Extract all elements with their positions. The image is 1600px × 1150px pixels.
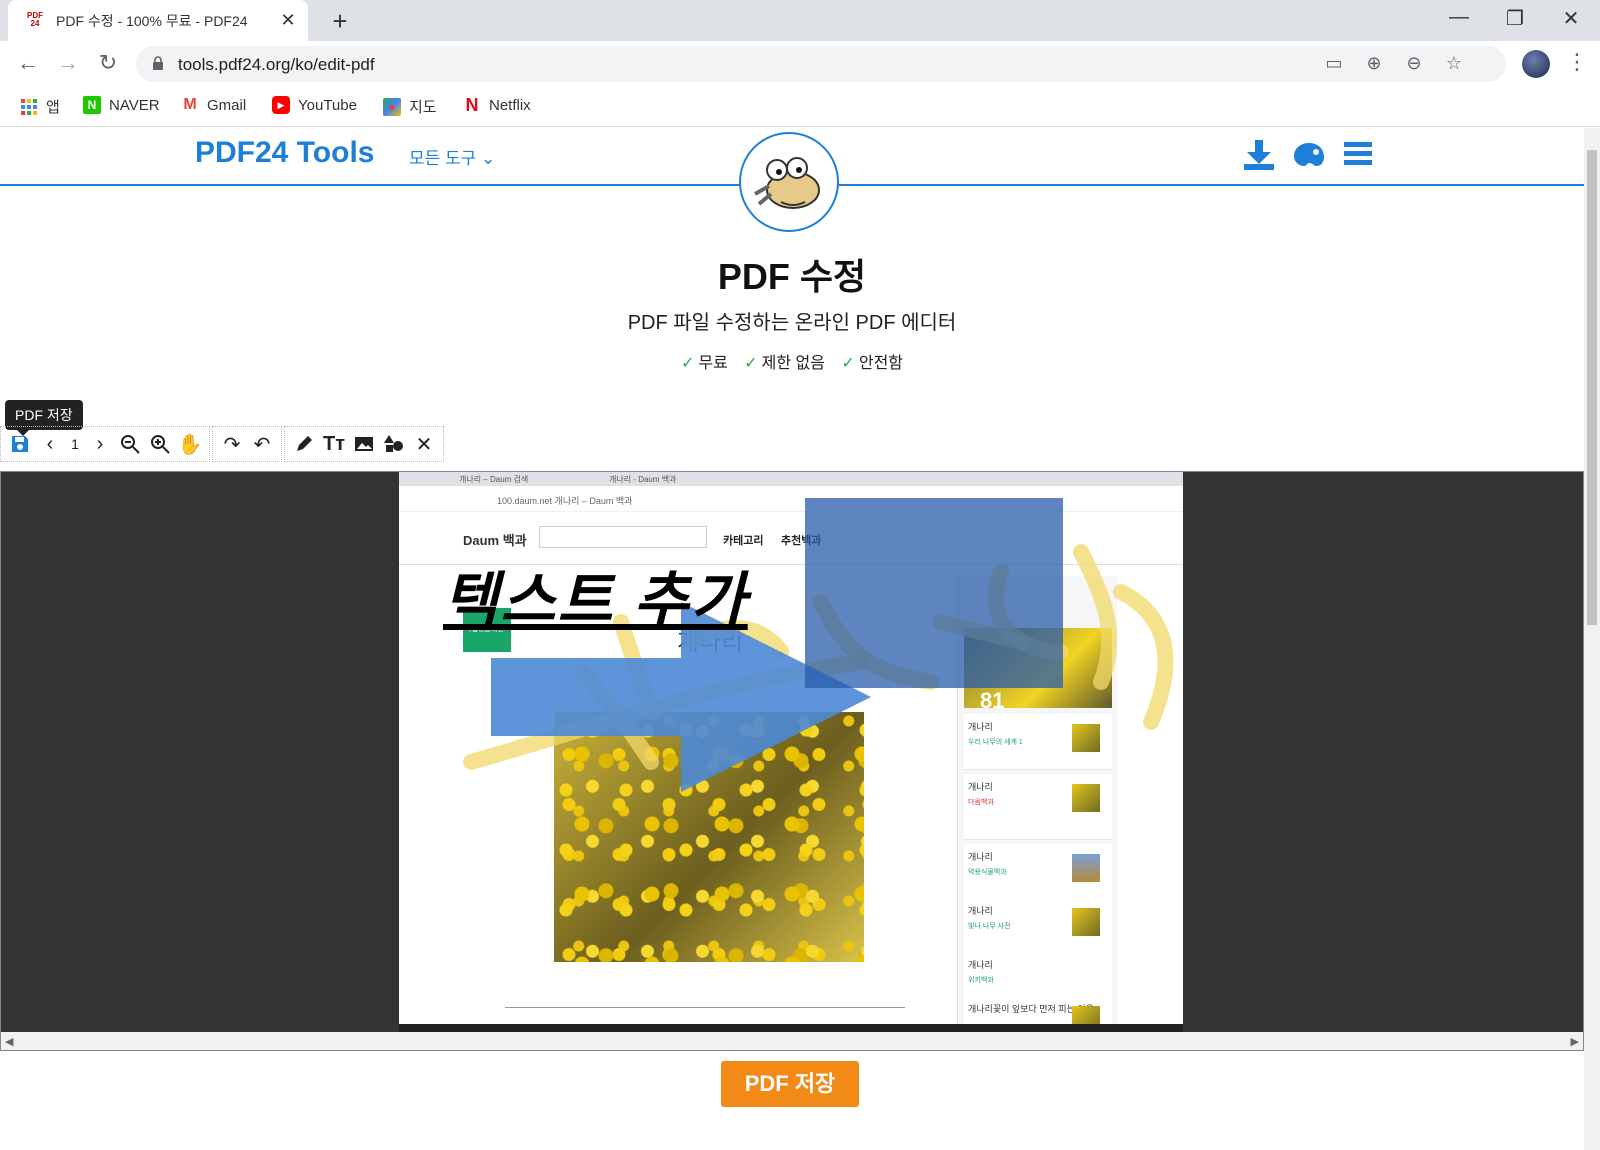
- zoom-in-icon[interactable]: [145, 429, 175, 459]
- bookmark-star-icon[interactable]: ☆: [1442, 53, 1466, 74]
- undo-icon[interactable]: ↶: [247, 429, 277, 459]
- reload-icon[interactable]: ↻: [94, 50, 122, 76]
- apps-grid-icon: [20, 98, 38, 116]
- install-icon[interactable]: ⊕: [1362, 53, 1386, 74]
- bookmark-gmail[interactable]: M Gmail: [181, 96, 246, 114]
- url-text: tools.pdf24.org/ko/edit-pdf: [178, 55, 375, 74]
- tab-close-icon[interactable]: ✕: [278, 10, 298, 31]
- browser-menu-icon[interactable]: ⋮: [1566, 49, 1588, 75]
- feature-item: ✓ 무료: [680, 355, 728, 372]
- palette-icon[interactable]: [1292, 138, 1326, 172]
- bookmark-apps[interactable]: 앱: [20, 96, 60, 117]
- browser-toolbar: ← → ↻ tools.pdf24.org/ko/edit-pdf ▭ ⊕ ⊖ …: [0, 41, 1600, 87]
- save-pdf-button[interactable]: PDF 저장: [721, 1061, 859, 1107]
- page-subtitle: PDF 파일 수정하는 온라인 PDF 에디터: [627, 312, 957, 334]
- tab-title: PDF 수정 - 100% 무료 - PDF24: [56, 12, 248, 29]
- check-icon: ✓: [841, 355, 855, 372]
- cast-icon[interactable]: ▭: [1322, 53, 1346, 74]
- doc-address-bar: 100.daum.net 개나리 – Daum 백과: [399, 486, 1183, 512]
- text-annotation[interactable]: 텍스트 추가: [443, 552, 748, 639]
- window-close-icon[interactable]: ✕: [1556, 6, 1586, 31]
- pencil-icon[interactable]: [289, 429, 319, 459]
- close-tool-icon[interactable]: ✕: [409, 429, 439, 459]
- check-icon: ✓: [744, 355, 758, 372]
- pdf24-favicon-icon: PDF 24: [27, 10, 43, 28]
- browser-tab[interactable]: PDF 24 PDF 수정 - 100% 무료 - PDF24 ✕: [8, 0, 308, 41]
- prev-page-icon[interactable]: ‹: [35, 429, 65, 459]
- lock-icon: [153, 56, 163, 70]
- scroll-left-icon[interactable]: ◀: [5, 1035, 13, 1048]
- scroll-right-icon[interactable]: ▶: [1571, 1035, 1579, 1048]
- menu-hamburger-icon[interactable]: [1342, 138, 1374, 170]
- list-item: 개나리 약용식물백과: [964, 844, 1112, 900]
- toolbar-group-tools: Tт ✕: [284, 426, 444, 462]
- all-tools-dropdown[interactable]: 모든 도구 ⌄: [409, 144, 495, 169]
- image-tool-icon[interactable]: [349, 429, 379, 459]
- feature-item: ✓ 제한 없음: [744, 355, 825, 372]
- scrollbar-thumb[interactable]: [1587, 150, 1597, 625]
- gmail-icon: M: [183, 96, 197, 113]
- maximize-icon[interactable]: ❐: [1500, 6, 1530, 31]
- check-icon: ✓: [680, 355, 695, 372]
- save-pdf-icon[interactable]: [5, 429, 35, 459]
- feature-list: ✓ 무료 ✓ 제한 없음 ✓ 안전함: [0, 349, 1584, 373]
- youtube-icon: ▶: [272, 96, 290, 114]
- forward-icon[interactable]: →: [54, 50, 82, 76]
- zoom-icon[interactable]: ⊖: [1402, 53, 1426, 74]
- feature-item: ✓ 안전함: [841, 355, 904, 372]
- text-tool-icon[interactable]: Tт: [319, 429, 349, 459]
- doc-taskbar: [399, 1024, 1183, 1032]
- pdf-viewer[interactable]: 개나리 – Daum 검색 개나리 - Daum 백과 100.daum.net…: [0, 471, 1584, 1051]
- browser-tabstrip: PDF 24 PDF 수정 - 100% 무료 - PDF24 ✕ + — ❐ …: [0, 0, 1600, 41]
- toolbar-group-navigation: ‹ 1 › ✋: [0, 426, 210, 462]
- toolbar-group-history: ↷ ↶: [212, 426, 282, 462]
- list-item: 개나리 다음백과: [964, 774, 1112, 840]
- back-icon[interactable]: ←: [14, 50, 42, 76]
- bookmark-maps[interactable]: ● 지도: [383, 96, 437, 117]
- pdf24-mascot-logo[interactable]: [739, 132, 839, 232]
- page-vertical-scrollbar[interactable]: [1584, 128, 1600, 1150]
- bookmarks-bar: 앱 N NAVER M Gmail ▶ YouTube ● 지도 N Netfl…: [0, 87, 1600, 127]
- redo-icon[interactable]: ↷: [217, 429, 247, 459]
- maps-icon: ●: [383, 97, 401, 116]
- next-page-icon[interactable]: ›: [85, 429, 115, 459]
- download-icon[interactable]: [1242, 138, 1276, 172]
- rectangle-shape-annotation[interactable]: [805, 498, 1063, 688]
- netflix-icon: N: [465, 94, 479, 115]
- hand-pan-icon[interactable]: ✋: [175, 429, 205, 459]
- mascot-icon: [754, 157, 820, 209]
- minimize-icon[interactable]: —: [1444, 6, 1474, 29]
- bookmark-netflix[interactable]: N Netflix: [463, 94, 531, 115]
- zoom-out-icon[interactable]: [115, 429, 145, 459]
- viewer-horizontal-scrollbar[interactable]: ◀ ▶: [1, 1032, 1583, 1050]
- new-tab-button[interactable]: +: [326, 6, 354, 37]
- doc-footer-line: [505, 1007, 905, 1008]
- shapes-tool-icon[interactable]: [379, 429, 409, 459]
- doc-browser-tabs: 개나리 – Daum 검색 개나리 - Daum 백과: [399, 472, 1183, 486]
- editor-toolbar: ‹ 1 › ✋ ↷ ↶ Tт ✕: [0, 426, 446, 462]
- list-item: 개나리 빛나 나무 사전: [964, 898, 1112, 954]
- page-title: PDF 수정: [717, 256, 867, 297]
- address-bar[interactable]: tools.pdf24.org/ko/edit-pdf ▭ ⊕ ⊖ ☆: [136, 46, 1506, 82]
- bookmark-naver[interactable]: N NAVER: [83, 96, 160, 114]
- page-number[interactable]: 1: [65, 436, 85, 452]
- profile-avatar[interactable]: [1522, 50, 1550, 78]
- naver-icon: N: [83, 96, 101, 114]
- site-logo[interactable]: PDF24 Tools: [195, 136, 374, 170]
- bookmark-youtube[interactable]: ▶ YouTube: [272, 96, 357, 114]
- web-page: PDF24 Tools 모든 도구 ⌄ PDF 수정 PDF 파일 수정하는 온…: [0, 128, 1584, 1150]
